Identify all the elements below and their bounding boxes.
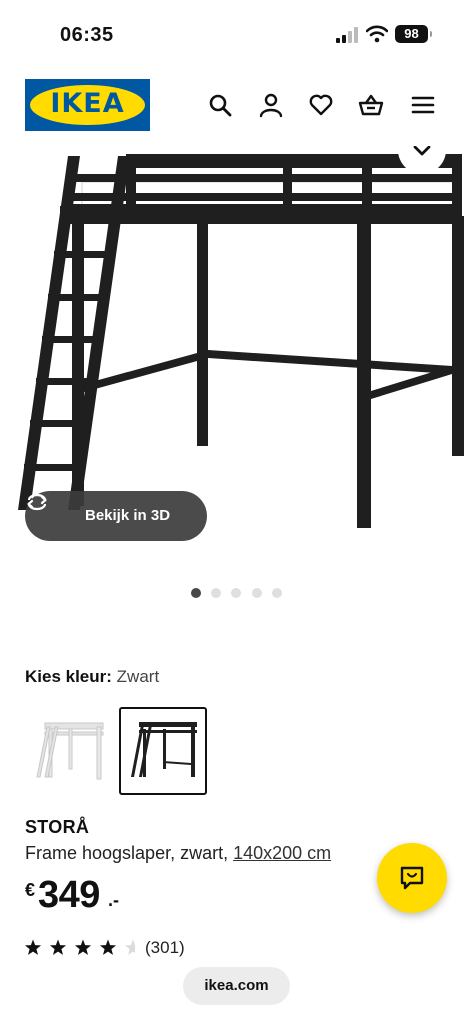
- basket-icon[interactable]: [358, 92, 384, 118]
- carousel-dots: [0, 588, 473, 600]
- search-icon[interactable]: [207, 92, 233, 118]
- battery-level: 98: [404, 26, 419, 41]
- price-integer: 349: [38, 874, 100, 916]
- status-time: 06:35: [60, 24, 114, 46]
- ikea-logo[interactable]: IKEA: [25, 79, 150, 131]
- color-swatch-white[interactable]: [25, 707, 113, 795]
- menu-icon[interactable]: [410, 92, 436, 118]
- view-in-3d-label: Bekijk in 3D: [85, 507, 171, 524]
- rating-stars: [25, 939, 135, 955]
- wifi-icon: [366, 25, 388, 43]
- favourite-button[interactable]: [398, 146, 446, 174]
- product-description: Frame hoogslaper, zwart, 140x200 cm: [25, 843, 331, 864]
- site-header: IKEA: [0, 66, 473, 146]
- star-filled-icon: [49, 939, 67, 955]
- logo-text: IKEA: [50, 88, 125, 119]
- color-label: Kies kleur:: [25, 667, 112, 686]
- rating-count: (301): [145, 938, 185, 957]
- star-filled-icon: [99, 939, 117, 955]
- chevron-down-icon: [413, 146, 431, 156]
- color-selector-label: Kies kleur: Zwart: [25, 667, 159, 687]
- chat-button[interactable]: [377, 843, 447, 913]
- signal-icon: [336, 27, 358, 43]
- white-bed-thumbnail: [36, 722, 104, 780]
- product-image-gallery[interactable]: Bekijk in 3D: [0, 146, 473, 586]
- color-value: Zwart: [116, 667, 160, 686]
- carousel-dot[interactable]: [252, 588, 262, 598]
- star-filled-icon: [74, 939, 92, 955]
- star-filled-icon: [25, 939, 42, 955]
- star-empty-icon: [124, 939, 135, 955]
- product-size-link[interactable]: 140x200 cm: [233, 843, 331, 863]
- carousel-dot[interactable]: [211, 588, 221, 598]
- heart-icon[interactable]: [308, 92, 334, 118]
- carousel-dot[interactable]: [231, 588, 241, 598]
- view-in-3d-button[interactable]: Bekijk in 3D: [25, 491, 207, 541]
- status-bar: 06:35 98: [0, 0, 473, 66]
- price-currency: €: [25, 880, 36, 900]
- carousel-dot[interactable]: [272, 588, 282, 598]
- color-swatch-black[interactable]: [119, 707, 207, 795]
- product-name: STORÅ: [25, 817, 90, 837]
- carousel-dot[interactable]: [191, 588, 201, 598]
- product-type: Frame hoogslaper, zwart,: [25, 843, 234, 863]
- black-bed-thumbnail: [131, 722, 197, 777]
- user-icon[interactable]: [258, 92, 284, 118]
- price-decimal: .-: [108, 890, 119, 910]
- browser-url-bar[interactable]: ikea.com: [183, 967, 290, 1005]
- battery-indicator: 98: [395, 25, 432, 43]
- chat-icon: [400, 866, 424, 890]
- rotate-3d-icon: [27, 493, 47, 511]
